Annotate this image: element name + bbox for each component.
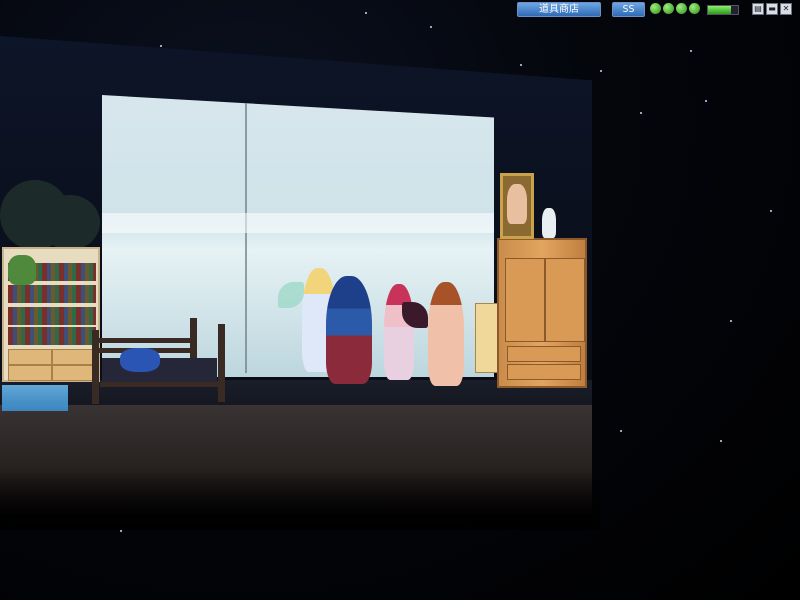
wardrobe-drawer bbox=[507, 364, 581, 380]
framed-portrait[interactable] bbox=[500, 173, 534, 239]
ss-button[interactable]: SS bbox=[612, 2, 645, 17]
wardrobe-door bbox=[505, 258, 545, 342]
star bbox=[770, 210, 772, 212]
bookshelf-drawer bbox=[52, 349, 96, 365]
star bbox=[705, 100, 707, 102]
bookshelf-drawer bbox=[52, 365, 96, 381]
star bbox=[620, 430, 622, 432]
game-scene[interactable] bbox=[0, 0, 800, 600]
portrait-figure bbox=[507, 184, 527, 224]
wardrobe[interactable] bbox=[497, 238, 587, 388]
devil-winged-character[interactable] bbox=[384, 284, 414, 380]
star bbox=[600, 70, 602, 72]
bed-rail bbox=[100, 382, 224, 387]
book-row bbox=[8, 327, 96, 345]
orb-icon bbox=[663, 3, 674, 14]
star bbox=[720, 440, 722, 442]
menu-icon[interactable]: ▤ bbox=[752, 3, 764, 15]
orb-icon bbox=[689, 3, 700, 14]
bookshelf-drawer bbox=[8, 349, 52, 365]
orb-icon bbox=[676, 3, 687, 14]
blue-rug bbox=[2, 385, 68, 411]
wardrobe-drawer bbox=[507, 346, 581, 362]
bed-post bbox=[218, 324, 225, 402]
blue-hooded-character[interactable] bbox=[326, 276, 372, 384]
orb-icon bbox=[650, 3, 661, 14]
star bbox=[160, 45, 162, 47]
wardrobe-door bbox=[545, 258, 585, 342]
plant-decoration bbox=[8, 255, 36, 285]
item-shop-button[interactable]: 道具商店 bbox=[517, 2, 601, 17]
close-icon[interactable]: ✕ bbox=[780, 3, 792, 15]
sleeping-character[interactable] bbox=[120, 348, 160, 372]
star bbox=[690, 50, 692, 52]
snowman-doll[interactable] bbox=[542, 208, 556, 238]
orange-haired-character[interactable] bbox=[428, 282, 464, 386]
book-row bbox=[8, 307, 96, 325]
bed-rail bbox=[92, 338, 197, 343]
star bbox=[120, 530, 122, 532]
minimize-icon[interactable]: ▬ bbox=[766, 3, 778, 15]
stage-shadow bbox=[0, 470, 600, 530]
star bbox=[730, 320, 732, 322]
book-row bbox=[8, 285, 96, 303]
star bbox=[640, 112, 642, 114]
star bbox=[430, 26, 432, 28]
window-mullion bbox=[245, 103, 247, 373]
star bbox=[365, 12, 367, 14]
star bbox=[520, 64, 522, 66]
tree-silhouette bbox=[40, 195, 100, 250]
bookshelf-drawer bbox=[8, 365, 52, 381]
status-gauge-fill bbox=[708, 6, 731, 14]
status-gauge bbox=[707, 5, 739, 15]
window-light-band bbox=[102, 213, 494, 233]
